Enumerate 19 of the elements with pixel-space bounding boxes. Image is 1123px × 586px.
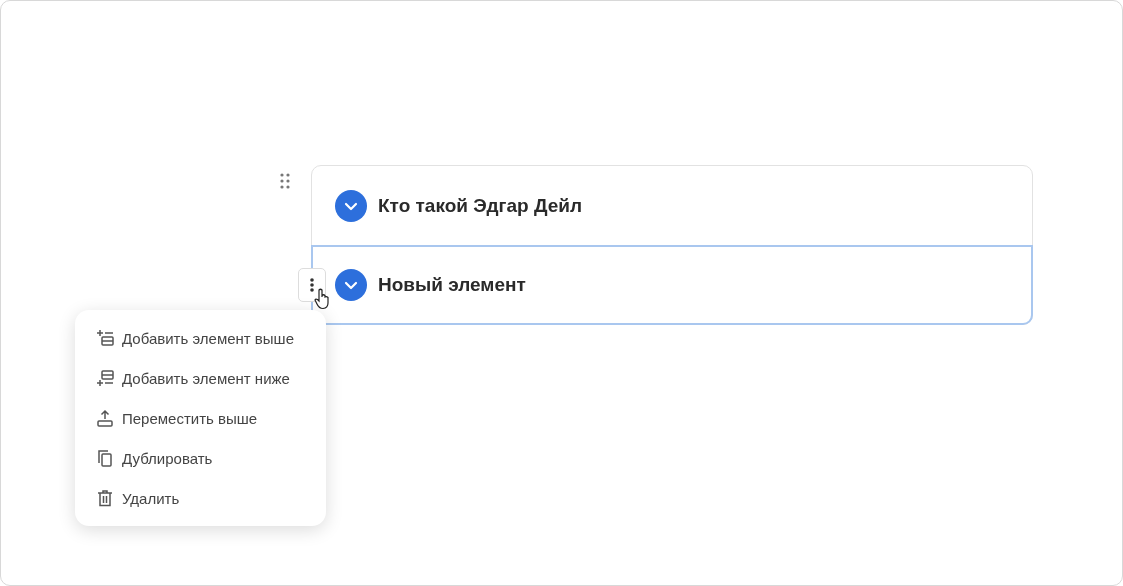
add-below-icon (96, 369, 114, 387)
accordion-title: Кто такой Эдгар Дейл (378, 195, 582, 217)
accordion-item[interactable]: Кто такой Эдгар Дейл (312, 166, 1032, 246)
menu-item[interactable]: Добавить элемент ниже (75, 358, 326, 398)
add-above-icon (96, 329, 114, 347)
more-button[interactable] (298, 268, 326, 302)
menu-item[interactable]: Удалить (75, 478, 326, 518)
menu-item[interactable]: Переместить выше (75, 398, 326, 438)
copy-icon (96, 449, 114, 467)
trash-icon (96, 489, 114, 507)
chevron-down-icon[interactable] (335, 269, 367, 301)
accordion-item[interactable]: Новый элемент (311, 245, 1033, 325)
more-icon (310, 277, 314, 293)
hand-cursor-icon (314, 288, 330, 310)
upload-icon (96, 409, 114, 427)
menu-item[interactable]: Дублировать (75, 438, 326, 478)
accordion-title: Новый элемент (378, 274, 526, 296)
drag-handle-icon[interactable] (280, 173, 290, 189)
chevron-down-icon[interactable] (335, 190, 367, 222)
